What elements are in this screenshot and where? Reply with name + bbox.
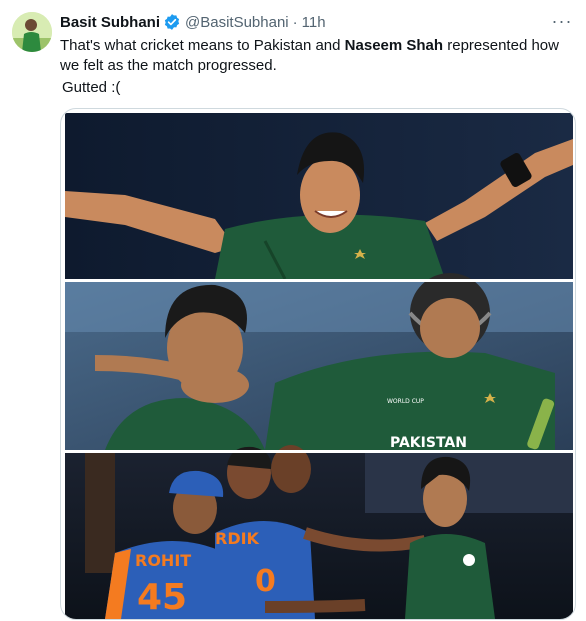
avatar-image [12, 12, 52, 52]
more-horizontal-icon[interactable]: ··· [548, 10, 576, 32]
tweet-media[interactable]: PAKISTAN WORLD CUP ROHIT 45 RDIK 0 [60, 108, 576, 620]
collage-image: PAKISTAN WORLD CUP ROHIT 45 RDIK 0 [65, 113, 573, 619]
tweet-text-bold: Naseem Shah [344, 37, 444, 54]
media-photo[interactable]: PAKISTAN WORLD CUP ROHIT 45 RDIK 0 [65, 113, 573, 619]
profile-avatar[interactable] [12, 12, 52, 52]
tweet-text: That's what cricket means to Pakistan an… [60, 36, 576, 98]
badge-text: WORLD CUP [387, 398, 424, 405]
player2-number: 0 [255, 564, 276, 599]
tweet-header: Basit Subhani @BasitSubhani · 11h [60, 12, 326, 32]
separator-dot: · [292, 13, 298, 31]
verified-badge-icon [163, 13, 181, 31]
tweet-card[interactable]: Basit Subhani @BasitSubhani · 11h ··· Th… [0, 0, 586, 621]
author-display-name[interactable]: Basit Subhani [60, 14, 160, 31]
tweet-timestamp[interactable]: 11h [302, 14, 326, 31]
player2-name: RDIK [215, 529, 260, 548]
player-number: 45 [137, 577, 187, 618]
author-handle[interactable]: @BasitSubhani [185, 14, 289, 31]
player-name: ROHIT [135, 551, 191, 570]
jersey-text: PAKISTAN [390, 435, 467, 451]
panel-dejection: PAKISTAN WORLD CUP [65, 273, 573, 451]
panel-handshake: ROHIT 45 RDIK 0 [65, 445, 573, 619]
tweet-text-line3: Gutted :( [62, 79, 121, 96]
tweet-text-part1: That's what cricket means to Pakistan an… [60, 37, 345, 54]
panel-celebration [65, 113, 573, 280]
